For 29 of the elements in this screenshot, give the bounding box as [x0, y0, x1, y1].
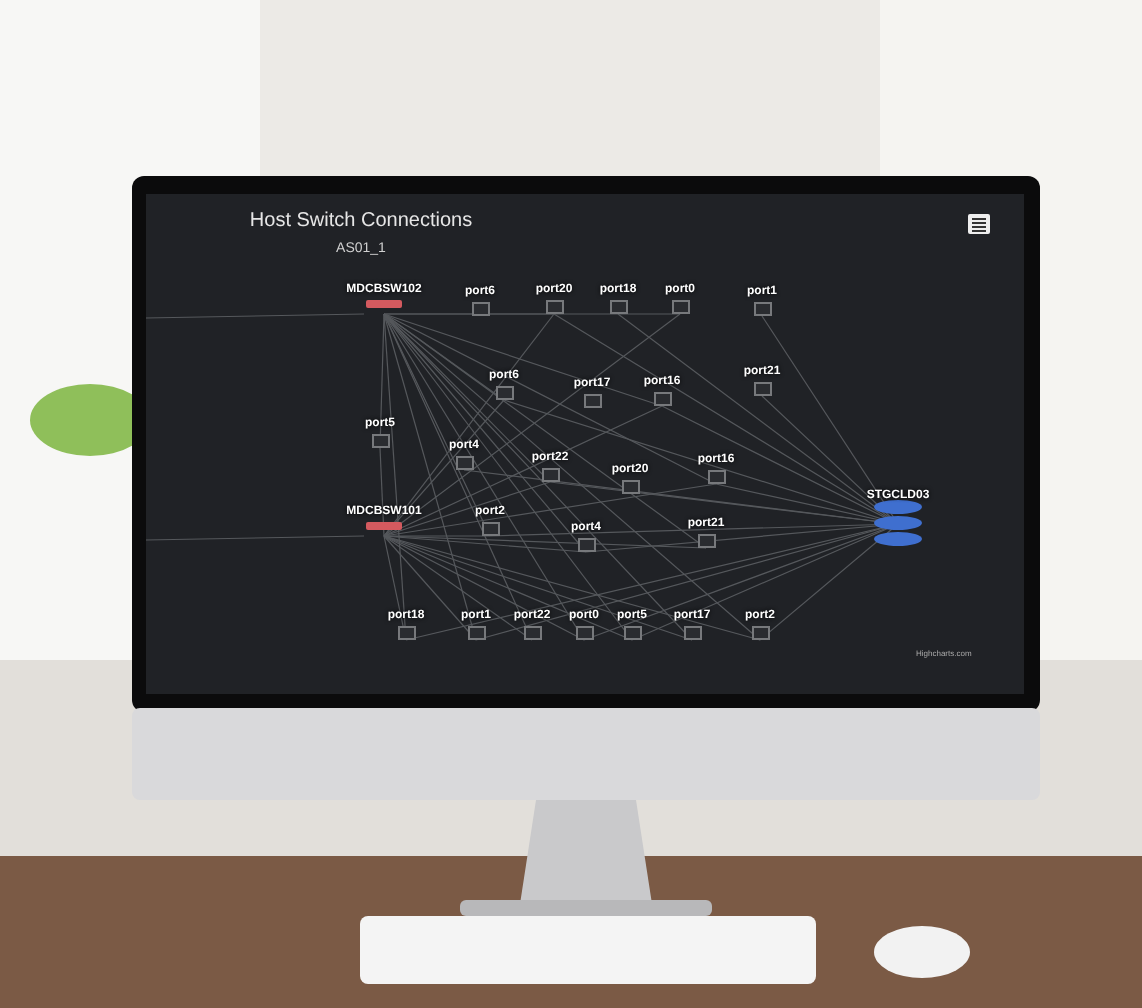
chart-title: Host Switch Connections [247, 208, 475, 236]
envelope-icon[interactable] [372, 434, 390, 448]
envelope-icon[interactable] [468, 626, 486, 640]
envelope-icon[interactable] [524, 626, 542, 640]
envelope-icon[interactable] [576, 626, 594, 640]
envelope-icon[interactable] [482, 522, 500, 536]
switch-icon[interactable] [366, 300, 402, 308]
envelope-icon[interactable] [654, 392, 672, 406]
envelope-icon[interactable] [754, 302, 772, 316]
envelope-icon[interactable] [672, 300, 690, 314]
switch-icon[interactable] [366, 522, 402, 530]
envelope-icon[interactable] [622, 480, 640, 494]
envelope-icon[interactable] [456, 456, 474, 470]
envelope-icon[interactable] [610, 300, 628, 314]
envelope-icon[interactable] [752, 626, 770, 640]
envelope-icon[interactable] [584, 394, 602, 408]
envelope-icon[interactable] [754, 382, 772, 396]
envelope-icon[interactable] [698, 534, 716, 548]
envelope-icon[interactable] [542, 468, 560, 482]
envelope-icon[interactable] [684, 626, 702, 640]
envelope-icon[interactable] [578, 538, 596, 552]
envelope-icon[interactable] [472, 302, 490, 316]
envelope-icon[interactable] [496, 386, 514, 400]
database-icon[interactable] [874, 500, 922, 548]
envelope-icon[interactable] [624, 626, 642, 640]
envelope-icon[interactable] [546, 300, 564, 314]
menu-icon[interactable] [968, 214, 990, 234]
envelope-icon[interactable] [398, 626, 416, 640]
envelope-icon[interactable] [708, 470, 726, 484]
